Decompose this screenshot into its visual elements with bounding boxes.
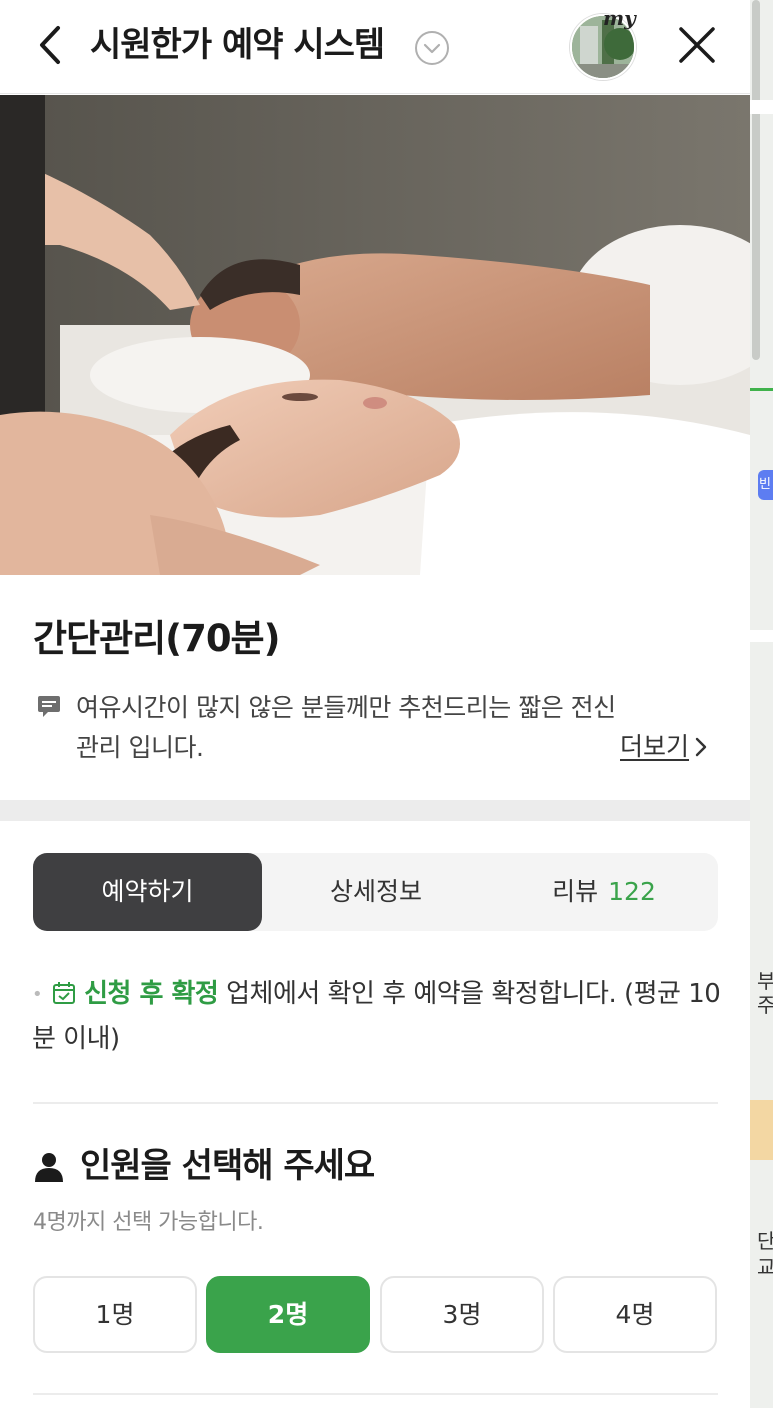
people-option-4[interactable]: 4명 <box>553 1276 717 1353</box>
people-option-1[interactable]: 1명 <box>33 1276 197 1353</box>
booking-notice: • 신청 후 확정 업체에서 확인 후 예약을 확정합니다. (평균 10분 이내… <box>32 972 722 1061</box>
people-option-label: 3명 <box>442 1300 482 1329</box>
product-description: 여유시간이 많지 않은 분들께만 추천드리는 짧은 전신관리 입니다. <box>76 693 616 762</box>
tab-details-label: 상세정보 <box>329 877 422 906</box>
booking-panel: 시원한가 예약 시스템 my 간단관리(70분) 여유시간이 많지 않은 분들께… <box>0 0 750 1408</box>
tab-reviews-label: 리뷰 <box>552 877 599 906</box>
divider <box>33 1393 718 1395</box>
background-map: 빈 부 주 단 교 <box>750 0 773 1408</box>
people-section-title: 인원을 선택해 주세요 <box>80 1146 375 1186</box>
tab-details[interactable]: 상세정보 <box>262 853 490 931</box>
chevron-down-circle-icon <box>415 31 449 65</box>
header-bar: 시원한가 예약 시스템 my <box>0 0 750 94</box>
note-icon <box>38 696 60 717</box>
map-label: 주 <box>757 993 773 1017</box>
map-label: 단 <box>757 1229 773 1253</box>
divider <box>33 1102 718 1104</box>
map-pin-label: 빈 <box>759 477 771 492</box>
map-pin-badge: 빈 <box>758 470 773 500</box>
chevron-left-icon <box>40 26 60 64</box>
my-badge: my <box>603 6 636 30</box>
title-dropdown-toggle[interactable] <box>414 30 450 66</box>
panel-scrollbar[interactable] <box>752 0 760 360</box>
more-link-label: 더보기 <box>620 732 690 761</box>
map-label: 교 <box>757 1255 773 1279</box>
more-link[interactable]: 더보기 <box>620 727 709 767</box>
map-route-line <box>750 388 773 391</box>
tab-reviews[interactable]: 리뷰 122 <box>490 853 718 931</box>
product-name: 간단관리(70분) <box>33 617 281 660</box>
map-road <box>750 1100 773 1160</box>
people-option-label: 1명 <box>95 1300 135 1329</box>
close-icon <box>679 27 715 63</box>
map-road <box>750 630 773 642</box>
close-button[interactable] <box>676 24 718 66</box>
review-count: 122 <box>608 877 656 906</box>
notice-strong: 신청 후 확정 <box>84 979 219 1009</box>
people-option-label: 2명 <box>267 1300 309 1329</box>
tab-reserve-label: 예약하기 <box>101 877 194 906</box>
people-hint: 4명까지 선택 가능합니다. <box>33 1210 264 1235</box>
person-icon <box>35 1153 63 1182</box>
section-divider <box>0 800 750 821</box>
tab-bar: 예약하기 상세정보 리뷰 122 <box>33 853 718 931</box>
people-option-3[interactable]: 3명 <box>380 1276 544 1353</box>
product-hero-image <box>0 95 750 575</box>
map-road <box>750 100 773 114</box>
people-option-2[interactable]: 2명 <box>206 1276 370 1353</box>
chevron-right-icon <box>695 737 707 757</box>
massage-photo <box>0 95 750 575</box>
page-title: 시원한가 예약 시스템 <box>90 25 385 65</box>
people-option-label: 4명 <box>615 1300 655 1329</box>
calendar-check-icon <box>53 982 76 1004</box>
map-label: 부 <box>757 969 773 993</box>
bullet-dot: • <box>32 983 43 1005</box>
tab-reserve[interactable]: 예약하기 <box>33 853 262 931</box>
back-button[interactable] <box>30 22 70 68</box>
